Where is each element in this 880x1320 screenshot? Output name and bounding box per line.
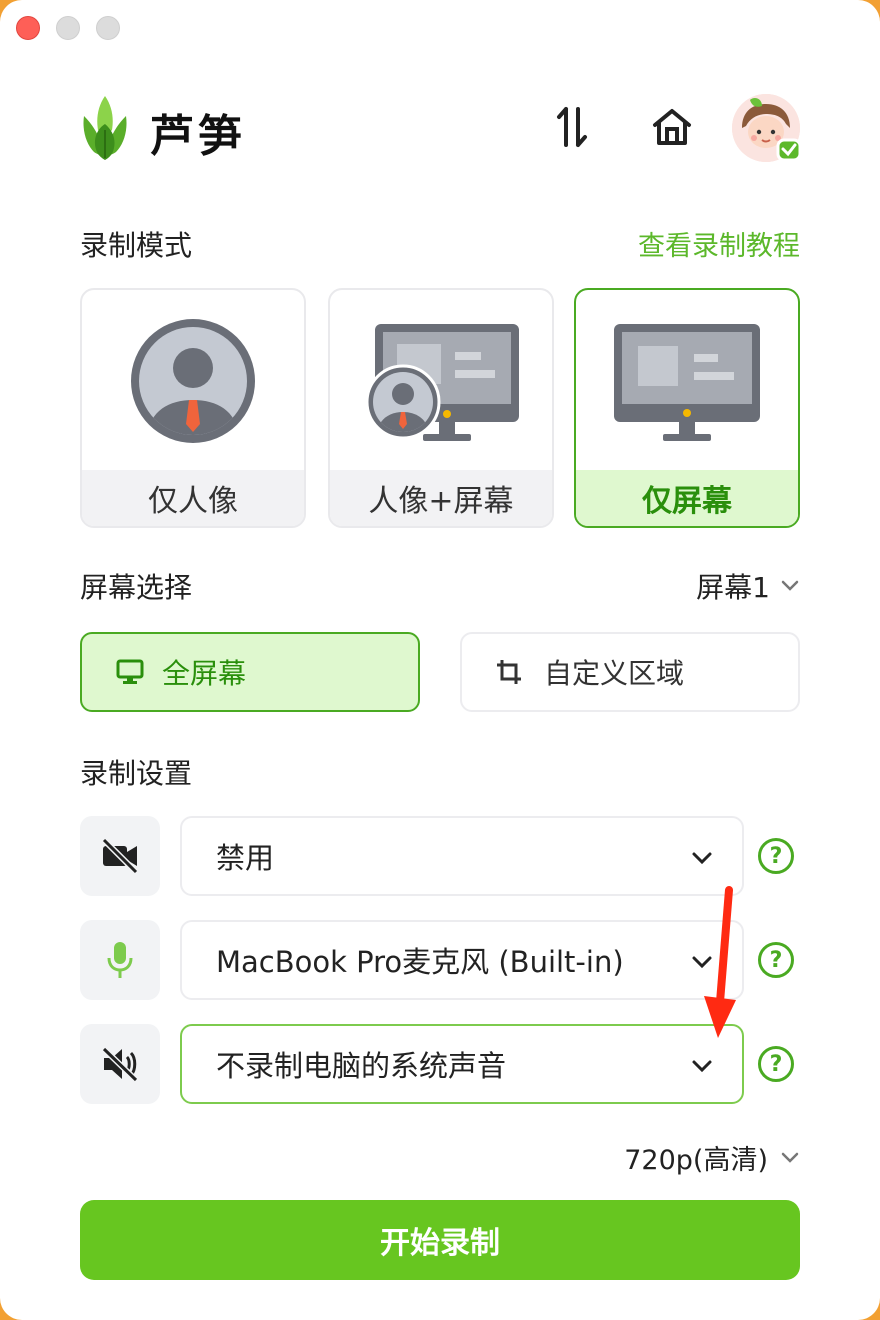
camera-value: 禁用 — [216, 841, 275, 875]
tutorial-link[interactable]: 查看录制教程 — [638, 224, 800, 263]
mode-label: 人像+屏幕 — [330, 470, 552, 526]
screen-selection-title: 屏幕选择 — [80, 571, 193, 604]
chevron-down-icon — [781, 1152, 799, 1163]
chevron-down-icon — [781, 580, 799, 591]
quality-dropdown[interactable]: 720p(高清) — [624, 1138, 800, 1177]
system-audio-select[interactable]: 不录制电脑的系统声音 — [180, 1024, 744, 1104]
system-audio-value: 不录制电脑的系统声音 — [216, 1049, 507, 1083]
quality-value: 720p(高清) — [624, 1145, 768, 1176]
microphone-toggle[interactable] — [80, 920, 160, 1000]
mode-card-portrait-only[interactable]: 仅人像 — [80, 288, 306, 528]
full-screen-button[interactable]: 全屏幕 — [80, 632, 420, 712]
selected-screen: 屏幕1 — [696, 571, 770, 604]
asparagus-logo-icon — [83, 96, 127, 160]
portrait-and-screen-icon — [365, 324, 519, 441]
screen-icon — [614, 324, 760, 441]
camera-select[interactable]: 禁用 — [180, 816, 744, 896]
microphone-help-button[interactable]: ? — [758, 942, 794, 978]
recording-settings-title: 录制设置 — [80, 757, 193, 790]
recording-mode-title: 录制模式 — [80, 229, 193, 262]
mode-card-screen-only[interactable]: 仅屏幕 — [574, 288, 800, 528]
speaker-muted-icon — [101, 1046, 139, 1082]
system-audio-toggle[interactable] — [80, 1024, 160, 1104]
microphone-value: MacBook Pro麦克风 (Built-in) — [216, 945, 624, 979]
chevron-down-icon — [692, 852, 712, 865]
portrait-icon — [131, 319, 255, 443]
close-window-button[interactable] — [16, 16, 40, 40]
user-avatar[interactable] — [732, 94, 802, 162]
camera-help-button[interactable]: ? — [758, 838, 794, 874]
minimize-window-button[interactable] — [56, 16, 80, 40]
mode-label: 仅人像 — [82, 470, 304, 526]
screen-dropdown[interactable]: 屏幕1 — [696, 566, 800, 606]
home-icon[interactable] — [650, 102, 694, 152]
chevron-down-icon — [692, 956, 712, 969]
microphone-icon — [107, 942, 133, 978]
window-controls — [16, 16, 120, 40]
chevron-down-icon — [692, 1060, 712, 1073]
system-audio-help-button[interactable]: ? — [758, 1046, 794, 1082]
mode-label: 仅屏幕 — [576, 470, 798, 526]
maximize-window-button[interactable] — [96, 16, 120, 40]
camera-toggle[interactable] — [80, 816, 160, 896]
brand-name: 芦笋 — [150, 111, 246, 162]
switch-icon[interactable] — [550, 102, 594, 152]
full-screen-label: 全屏幕 — [162, 657, 247, 690]
custom-area-label: 自定义区域 — [544, 657, 685, 690]
camera-off-icon — [101, 838, 139, 874]
start-recording-button[interactable]: 开始录制 — [80, 1200, 800, 1280]
monitor-icon — [116, 659, 144, 684]
mode-card-portrait-screen[interactable]: 人像+屏幕 — [328, 288, 554, 528]
app-window: 芦笋 录制模式 查看录制教程 仅人像 人像+屏幕 仅屏幕 屏幕选择 屏幕1 全屏… — [0, 0, 880, 1320]
header: 芦笋 — [80, 92, 802, 164]
custom-area-button[interactable]: 自定义区域 — [460, 632, 800, 712]
microphone-select[interactable]: MacBook Pro麦克风 (Built-in) — [180, 920, 744, 1000]
crop-icon — [497, 660, 521, 684]
